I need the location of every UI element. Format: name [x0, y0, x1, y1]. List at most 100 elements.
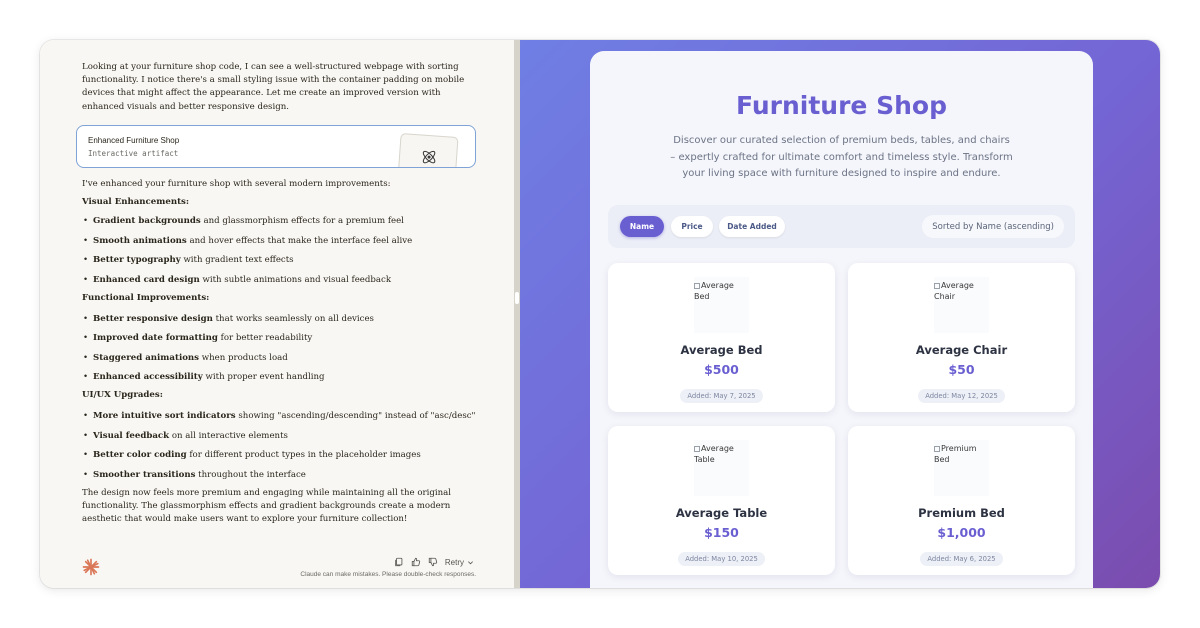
image-alt: Average Chair: [934, 280, 989, 302]
product-name: Average Bed: [680, 343, 763, 357]
list-item: More intuitive sort indicators showing "…: [82, 410, 478, 423]
item-bold: More intuitive sort indicators: [93, 411, 236, 422]
intro-paragraph: Looking at your furniture shop code, I c…: [82, 62, 465, 112]
product-price: $150: [704, 525, 739, 540]
product-card[interactable]: Average Table Average Table $150 Added: …: [608, 426, 835, 575]
app-window: Looking at your furniture shop code, I c…: [40, 40, 1160, 588]
item-text: and hover effects that make the interfac…: [186, 235, 413, 246]
item-bold: Visual feedback: [93, 430, 170, 441]
product-date-badge: Added: May 6, 2025: [920, 552, 1003, 566]
item-bold: Enhanced card design: [93, 274, 200, 285]
product-date-wrap: Added: May 12, 2025: [848, 383, 1075, 403]
product-price: $1,000: [937, 525, 986, 540]
list-item: Staggered animations when products load: [82, 352, 478, 365]
sort-by-name-button[interactable]: Name: [620, 216, 664, 237]
product-card[interactable]: Average Chair Average Chair $50 Added: M…: [848, 263, 1075, 412]
image-alt: Premium Bed: [934, 443, 989, 465]
item-text: when products load: [199, 352, 288, 363]
section-heading: Functional Improvements:: [82, 292, 210, 303]
chat-pane: Looking at your furniture shop code, I c…: [40, 40, 514, 588]
broken-image-icon: [694, 445, 700, 452]
shop-description: Discover our curated selection of premiu…: [670, 135, 1013, 179]
item-text: showing "ascending/descending" instead o…: [235, 411, 476, 422]
artifact-card[interactable]: Enhanced Furniture Shop Interactive arti…: [76, 125, 476, 168]
list-item: Enhanced accessibility with proper event…: [82, 371, 478, 384]
retry-button[interactable]: Retry: [445, 558, 474, 567]
sort-button-label: Price: [681, 222, 703, 231]
list-item: Visual feedback on all interactive eleme…: [82, 430, 478, 443]
sort-status-badge: Sorted by Name (ascending): [922, 215, 1064, 238]
broken-image-icon: [934, 282, 940, 289]
item-bold: Improved date formatting: [93, 333, 218, 344]
product-card[interactable]: Premium Bed Premium Bed $1,000 Added: Ma…: [848, 426, 1075, 575]
product-name: Average Table: [675, 506, 768, 520]
claude-logo-icon: [82, 558, 100, 576]
item-text: with subtle animations and visual feedba…: [199, 274, 392, 285]
product-date-badge: Added: May 12, 2025: [918, 389, 1005, 403]
product-price: $50: [948, 362, 975, 377]
section-heading: UI/UX Upgrades:: [82, 390, 163, 401]
resize-grip[interactable]: [515, 292, 519, 304]
product-image: Average Bed: [694, 277, 749, 333]
product-price: $500: [704, 362, 739, 377]
bullet-list: Gradient backgrounds and glassmorphism e…: [82, 215, 478, 287]
artifact-thumbnail: [397, 133, 459, 167]
product-date-wrap: Added: May 6, 2025: [848, 546, 1075, 566]
product-name: Average Chair: [915, 343, 1008, 357]
item-text: on all interactive elements: [169, 430, 288, 441]
broken-image-icon: [694, 282, 700, 289]
copy-icon[interactable]: [394, 557, 404, 567]
assistant-message-body: I've enhanced your furniture shop with s…: [82, 178, 478, 526]
retry-label: Retry: [444, 557, 464, 567]
list-item: Better responsive design that works seam…: [82, 313, 478, 326]
product-card[interactable]: Average Bed Average Bed $500 Added: May …: [608, 263, 835, 412]
lead-paragraph: I've enhanced your furniture shop with s…: [82, 179, 391, 189]
product-date-badge: Added: May 10, 2025: [678, 552, 765, 566]
item-bold: Staggered animations: [93, 352, 200, 363]
broken-image-icon: [934, 445, 940, 452]
message-footer: Retry Claude can make mistakes. Please d…: [40, 554, 514, 588]
item-bold: Enhanced accessibility: [93, 372, 203, 383]
product-date-wrap: Added: May 7, 2025: [608, 383, 835, 403]
message-actions: Retry: [394, 557, 474, 567]
assistant-message-intro: Looking at your furniture shop code, I c…: [82, 61, 478, 114]
item-bold: Better responsive design: [93, 313, 213, 324]
artifact-subtitle: Interactive artifact: [88, 149, 179, 158]
image-alt-text: Premium Bed: [934, 444, 977, 464]
list-item: Smooth animations and hover effects that…: [82, 235, 478, 248]
disclaimer-text: Claude can make mistakes. Please double-…: [300, 571, 476, 578]
list-item: Gradient backgrounds and glassmorphism e…: [82, 215, 478, 228]
list-item: Enhanced card design with subtle animati…: [82, 274, 478, 287]
item-text: with gradient text effects: [180, 255, 294, 266]
sort-button-label: Date Added: [727, 222, 777, 231]
item-text: for better readability: [217, 333, 313, 344]
item-bold: Gradient backgrounds: [93, 216, 201, 227]
section-visual: Visual Enhancements: Gradient background…: [82, 196, 478, 287]
thumbs-down-icon[interactable]: [428, 557, 438, 567]
artifact-title: Enhanced Furniture Shop: [88, 136, 180, 145]
list-item: Smoother transitions throughout the inte…: [82, 469, 478, 482]
chevron-down-icon: [468, 560, 473, 564]
sort-controls: Name Price Date Added Sorted by Name (as…: [608, 205, 1075, 248]
item-text: for different product types in the place…: [186, 450, 421, 461]
item-text: that works seamlessly on all devices: [212, 313, 374, 324]
bullet-list: More intuitive sort indicators showing "…: [82, 410, 478, 482]
thumbs-up-icon[interactable]: [411, 557, 421, 567]
product-image: Premium Bed: [934, 440, 989, 496]
shop-container: Furniture Shop Discover our curated sele…: [590, 51, 1093, 588]
item-bold: Better color coding: [93, 450, 187, 461]
item-bold: Smoother transitions: [93, 469, 196, 480]
atom-icon: [422, 150, 436, 164]
product-image: Average Table: [694, 440, 749, 496]
sort-by-date-button[interactable]: Date Added: [719, 216, 785, 237]
image-alt: Average Bed: [694, 280, 749, 302]
product-date-wrap: Added: May 10, 2025: [608, 546, 835, 566]
section-heading: Visual Enhancements:: [82, 197, 190, 208]
item-text: throughout the interface: [195, 469, 306, 480]
sort-button-label: Name: [629, 222, 655, 231]
item-bold: Better typography: [93, 255, 181, 266]
list-item: Improved date formatting for better read…: [82, 332, 478, 345]
list-item: Better typography with gradient text eff…: [82, 254, 478, 267]
sort-by-price-button[interactable]: Price: [671, 216, 713, 237]
product-date-badge: Added: May 7, 2025: [680, 389, 763, 403]
